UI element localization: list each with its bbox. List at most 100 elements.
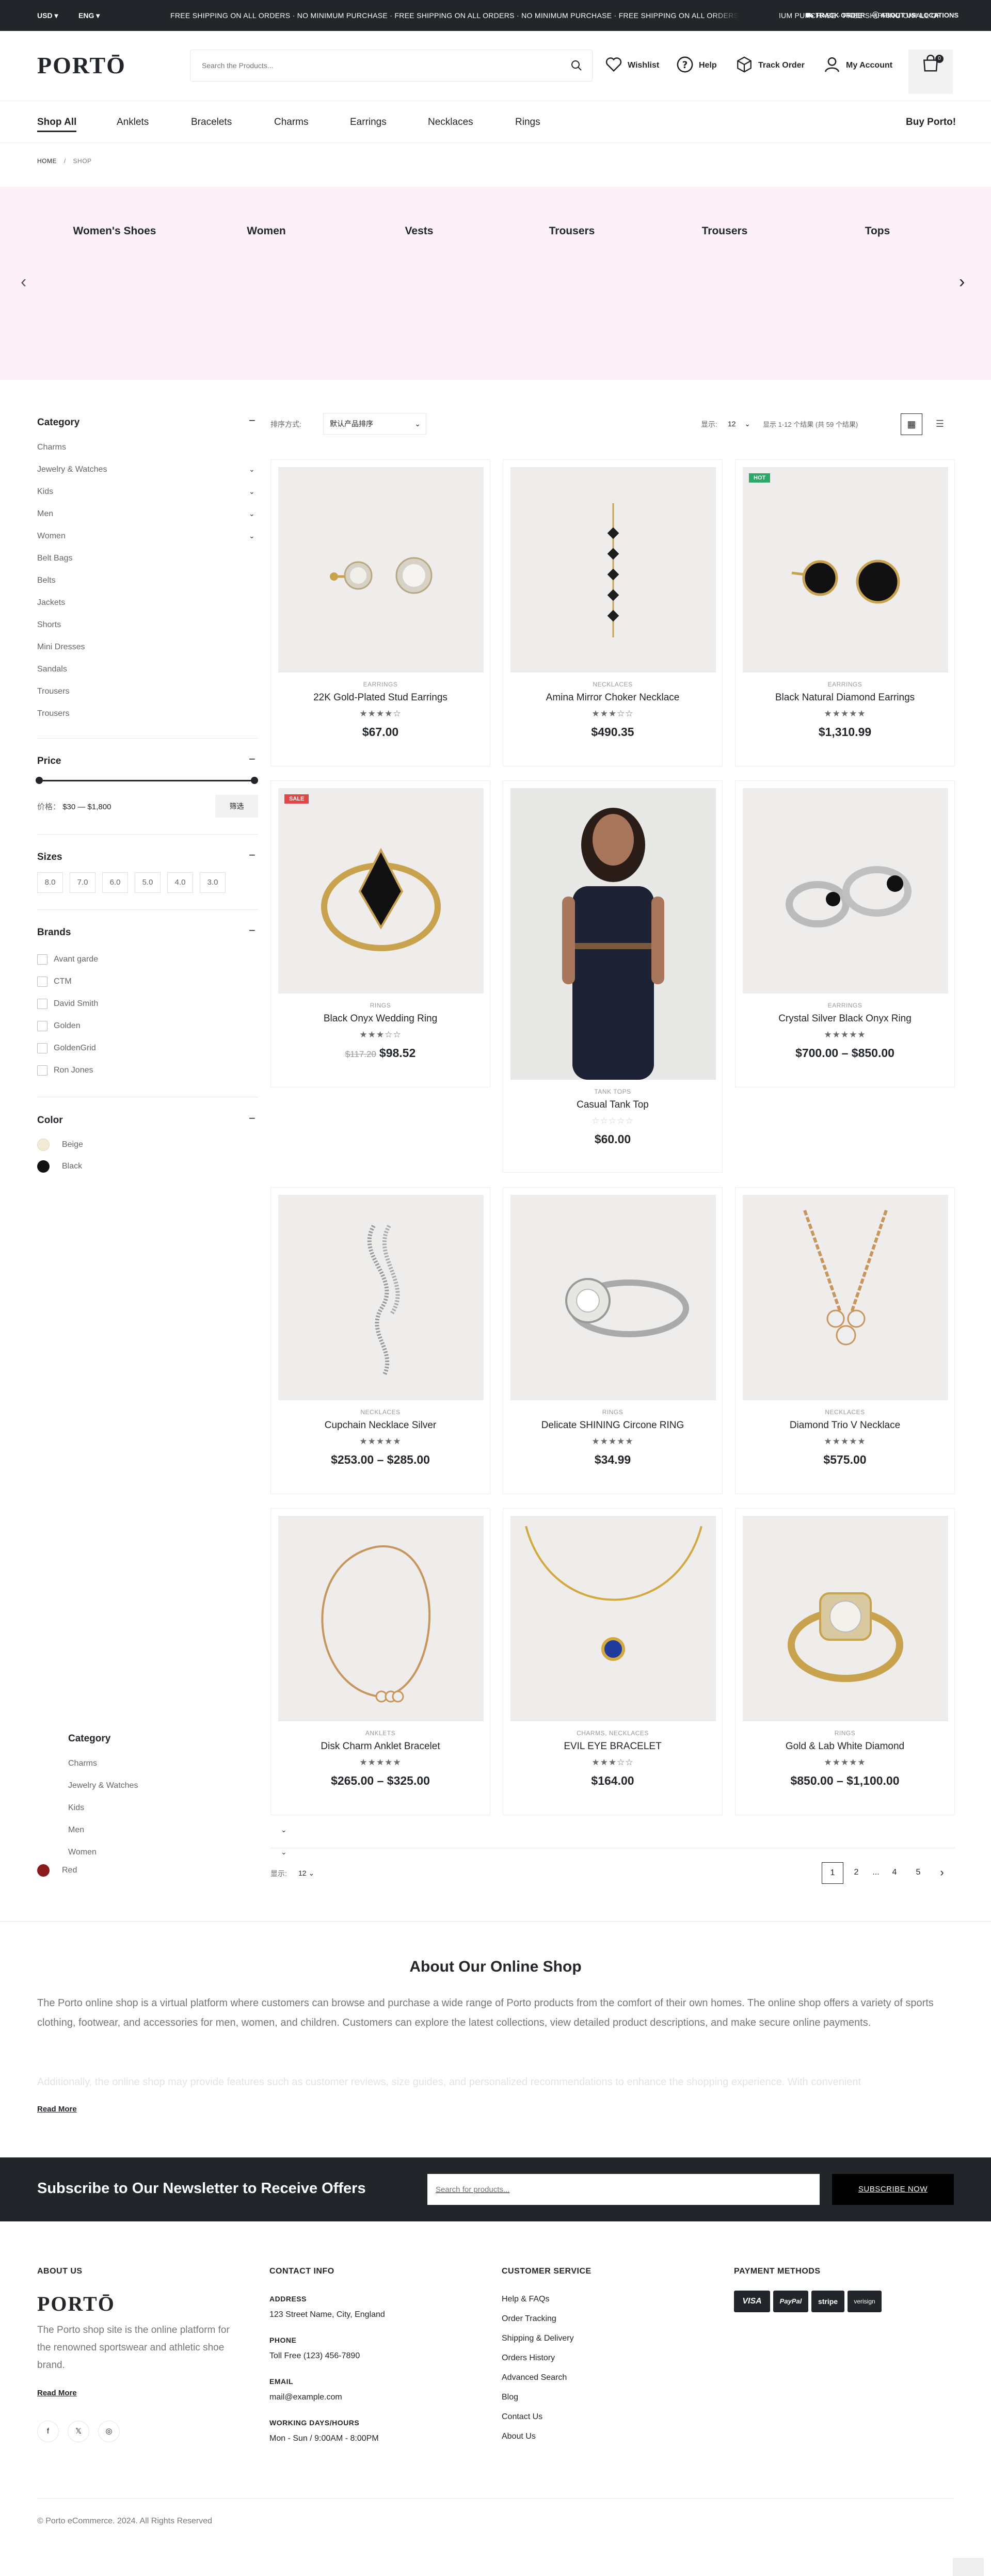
x-twitter-icon[interactable]: 𝕏 xyxy=(68,2421,89,2442)
price-filter-button[interactable]: 筛选 xyxy=(215,795,258,818)
category-item[interactable]: Kids xyxy=(68,1803,84,1813)
color-swatch[interactable] xyxy=(37,1864,50,1877)
color-swatch[interactable] xyxy=(37,1160,50,1173)
footer-link[interactable]: Order Tracking xyxy=(502,2314,556,2324)
category-item[interactable]: Jackets xyxy=(37,598,65,607)
locations-link[interactable]: ⌾ LOCATIONS xyxy=(914,0,958,31)
color-filter-black[interactable]: Black xyxy=(37,1160,82,1173)
size-option[interactable]: 6.0 xyxy=(102,872,128,893)
product-card[interactable]: NECKLACES Diamond Trio V Necklace ★★★★★ … xyxy=(735,1187,955,1494)
product-category[interactable]: NECKLACES xyxy=(736,1409,954,1416)
product-image[interactable] xyxy=(743,1195,948,1400)
product-card[interactable]: ANKLETS Disk Charm Anklet Bracelet ★★★★★… xyxy=(270,1508,490,1815)
account-link[interactable]: My Account xyxy=(823,50,892,82)
product-card[interactable]: RINGS Delicate SHINING Circone RING ★★★★… xyxy=(503,1187,723,1494)
product-category[interactable]: EARRINGS xyxy=(736,681,954,688)
product-card[interactable]: EARRINGS Crystal Silver Black Onyx Ring … xyxy=(735,780,955,1087)
product-image[interactable] xyxy=(278,1195,484,1400)
brand-checkbox[interactable] xyxy=(37,999,47,1009)
breadcrumb-home[interactable]: HOME xyxy=(37,157,57,165)
category-item[interactable]: Women xyxy=(37,532,66,541)
brand-filter[interactable]: Avant garde xyxy=(37,954,98,965)
instagram-icon[interactable]: ◎ xyxy=(98,2421,120,2442)
product-category[interactable]: NECKLACES xyxy=(503,681,722,688)
nav-anklets[interactable]: Anklets xyxy=(117,101,149,143)
color-filter-red[interactable]: Red xyxy=(37,1864,77,1877)
page-4[interactable]: 4 xyxy=(884,1862,905,1884)
product-name[interactable]: Delicate SHINING Circone RING xyxy=(503,1420,722,1431)
category-item[interactable]: Trousers xyxy=(37,687,70,696)
chevron-down-icon[interactable]: ⌄ xyxy=(249,487,255,496)
carousel-category[interactable]: Tops xyxy=(865,225,890,237)
product-image[interactable] xyxy=(510,1516,716,1721)
subscribe-button[interactable]: SUBSCRIBE NOW xyxy=(832,2174,954,2205)
category-item[interactable]: Belt Bags xyxy=(37,554,72,563)
collapse-brands-icon[interactable]: − xyxy=(249,924,255,937)
brand-checkbox[interactable] xyxy=(37,1065,47,1076)
track-order-button[interactable]: Track Order xyxy=(736,50,805,82)
carousel-category[interactable]: Trousers xyxy=(702,225,748,237)
brand-filter[interactable]: Ron Jones xyxy=(37,1065,93,1076)
product-image[interactable] xyxy=(510,1195,716,1400)
footer-link[interactable]: About Us xyxy=(502,2432,536,2441)
show-count-select[interactable]: 12 ⌄ xyxy=(724,413,754,435)
product-card[interactable]: RINGS Gold & Lab White Diamond ★★★★★ $85… xyxy=(735,1508,955,1815)
show-count-select[interactable]: 12 ⌄ xyxy=(298,1862,328,1884)
sort-select[interactable]: 默认产品排序 ⌄ xyxy=(323,413,426,435)
footer-logo[interactable]: PORTŌ xyxy=(37,2292,115,2316)
color-filter-beige[interactable]: Beige xyxy=(37,1139,83,1151)
nav-rings[interactable]: Rings xyxy=(515,101,540,143)
buy-porto-link[interactable]: Buy Porto! xyxy=(906,101,956,143)
currency-selector[interactable]: USD ▾ xyxy=(37,0,58,31)
brand-filter[interactable]: GoldenGrid xyxy=(37,1043,96,1053)
chevron-down-icon[interactable]: ⌄ xyxy=(281,1826,287,1834)
scroll-to-top-button[interactable] xyxy=(953,2558,984,2576)
product-name[interactable]: Casual Tank Top xyxy=(503,1099,722,1111)
product-image[interactable] xyxy=(743,1516,948,1721)
category-item[interactable]: Jewelry & Watches xyxy=(68,1781,138,1790)
product-card[interactable]: NECKLACES Cupchain Necklace Silver ★★★★★… xyxy=(270,1187,490,1494)
chevron-down-icon[interactable]: ⌄ xyxy=(249,532,255,540)
category-item[interactable]: Belts xyxy=(37,576,56,585)
list-view-icon[interactable]: ☰ xyxy=(929,413,951,435)
product-image[interactable]: HOT xyxy=(743,467,948,673)
carousel-next-icon[interactable]: › xyxy=(959,272,965,292)
brand-checkbox[interactable] xyxy=(37,1043,47,1053)
footer-link[interactable]: Blog xyxy=(502,2393,518,2402)
product-name[interactable]: 22K Gold-Plated Stud Earrings xyxy=(271,692,490,703)
size-option[interactable]: 5.0 xyxy=(135,872,161,893)
chevron-down-icon[interactable]: ⌄ xyxy=(249,509,255,518)
category-item[interactable]: Shorts xyxy=(37,620,61,630)
phone-value[interactable]: Toll Free (123) 456-7890 xyxy=(269,2351,360,2361)
category-item[interactable]: Women xyxy=(68,1848,97,1857)
brand-filter[interactable]: CTM xyxy=(37,977,72,987)
page-1[interactable]: 1 xyxy=(822,1862,843,1884)
nav-charms[interactable]: Charms xyxy=(274,101,309,143)
grid-view-icon[interactable]: ▦ xyxy=(901,413,922,435)
carousel-category[interactable]: Vests xyxy=(405,225,434,237)
category-item[interactable]: Charms xyxy=(37,443,66,452)
nav-necklaces[interactable]: Necklaces xyxy=(428,101,473,143)
brand-checkbox[interactable] xyxy=(37,954,47,965)
brand-filter[interactable]: David Smith xyxy=(37,999,98,1009)
product-name[interactable]: Disk Charm Anklet Bracelet xyxy=(271,1741,490,1752)
category-item[interactable]: Charms xyxy=(68,1759,97,1768)
product-card[interactable]: CHARMS, NECKLACES EVIL EYE BRACELET ★★★☆… xyxy=(503,1508,723,1815)
product-image[interactable] xyxy=(510,788,716,1080)
category-item[interactable]: Trousers xyxy=(37,709,70,718)
product-category[interactable]: CHARMS, NECKLACES xyxy=(503,1730,722,1737)
product-image[interactable] xyxy=(278,467,484,673)
product-image[interactable] xyxy=(278,1516,484,1721)
category-item[interactable]: Men xyxy=(68,1826,84,1835)
nav-shop-all[interactable]: Shop All xyxy=(37,101,77,143)
product-category[interactable]: EARRINGS xyxy=(271,681,490,688)
product-card[interactable]: NECKLACES Amina Mirror Choker Necklace ★… xyxy=(503,459,723,766)
footer-read-more-link[interactable]: Read More xyxy=(37,2389,77,2397)
next-page-icon[interactable]: › xyxy=(931,1862,953,1884)
page-2[interactable]: 2 xyxy=(845,1862,867,1884)
email-value[interactable]: mail@example.com xyxy=(269,2393,342,2402)
search-icon[interactable] xyxy=(570,59,583,74)
product-image[interactable] xyxy=(743,788,948,994)
color-swatch[interactable] xyxy=(37,1139,50,1151)
collapse-price-icon[interactable]: − xyxy=(249,753,255,766)
